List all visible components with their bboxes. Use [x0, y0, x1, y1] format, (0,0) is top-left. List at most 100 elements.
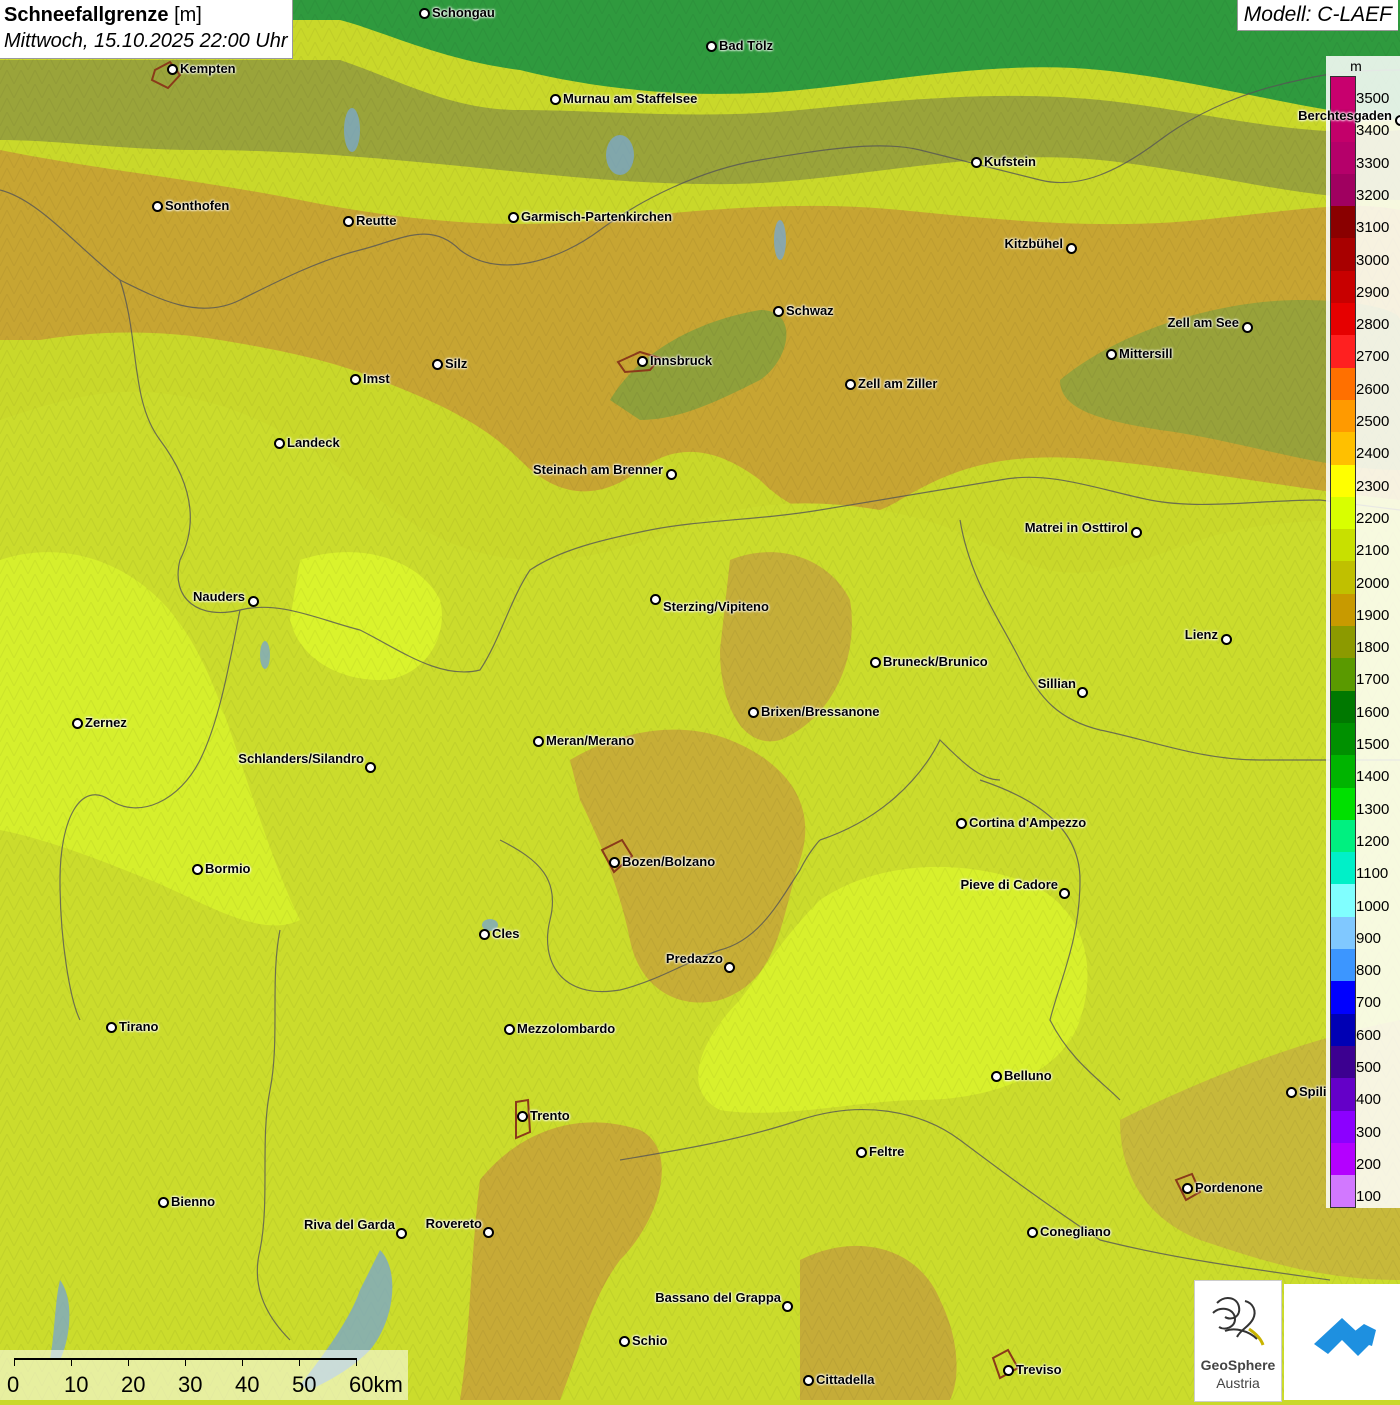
legend-swatch-900 [1331, 916, 1355, 950]
legend-swatch-3000 [1331, 238, 1355, 271]
city-marker-sillian[interactable] [1077, 687, 1088, 698]
scale-label-50: 50 [292, 1372, 317, 1397]
geosphere-logo[interactable]: GeoSphere Austria [1194, 1280, 1282, 1402]
city-marker-matrei-in-osttirol[interactable] [1131, 527, 1142, 538]
legend-label-2300: 2300 [1356, 477, 1390, 495]
city-marker-zernez[interactable] [72, 718, 83, 729]
legend-label-3300: 3300 [1356, 154, 1390, 172]
legend-label-1900: 1900 [1356, 606, 1390, 624]
city-marker-tirano[interactable] [106, 1022, 117, 1033]
legend-swatch-100 [1331, 1175, 1355, 1208]
city-marker-kitzb-hel[interactable] [1066, 243, 1077, 254]
city-marker-rovereto[interactable] [483, 1227, 494, 1238]
city-label-kitzb-hel: Kitzbühel [1004, 236, 1064, 251]
city-label-meran-merano: Meran/Merano [546, 733, 635, 748]
city-marker-mittersill[interactable] [1106, 349, 1117, 360]
city-marker-bienno[interactable] [158, 1197, 169, 1208]
city-label-bad-t-lz: Bad Tölz [719, 38, 774, 53]
city-marker-imst[interactable] [350, 374, 361, 385]
legend-unit: m [1350, 58, 1362, 74]
legend-label-3400: 3400 [1356, 122, 1390, 140]
city-marker-murnau-am-staffelsee[interactable] [550, 94, 561, 105]
legend-label-2600: 2600 [1356, 380, 1390, 398]
legend-swatch-2000 [1331, 561, 1355, 594]
legend-label-2900: 2900 [1356, 283, 1390, 301]
city-marker-feltre[interactable] [856, 1147, 867, 1158]
legend-swatch-1000 [1331, 884, 1355, 917]
city-marker-schongau[interactable] [419, 8, 430, 19]
city-marker-bruneck-brunico[interactable] [870, 657, 881, 668]
legend-swatch-500 [1331, 1045, 1355, 1079]
city-marker-sterzing-vipiteno[interactable] [650, 594, 661, 605]
legend-label-1100: 1100 [1356, 865, 1389, 883]
city-marker-bassano-del-grappa[interactable] [782, 1301, 793, 1312]
city-marker-kempten[interactable] [167, 64, 178, 75]
city-marker-schwaz[interactable] [773, 306, 784, 317]
legend-swatch-2900 [1331, 270, 1355, 304]
partner-logo-icon [1314, 1318, 1376, 1356]
city-marker-kufstein[interactable] [971, 157, 982, 168]
geosphere-text-1: GeoSphere [1200, 1357, 1276, 1373]
legend-label-200: 200 [1356, 1155, 1382, 1173]
legend-swatch-3500 [1331, 77, 1355, 110]
city-marker-meran-merano[interactable] [533, 736, 544, 747]
city-marker-lienz[interactable] [1221, 634, 1232, 645]
city-marker-schlanders-silandro[interactable] [365, 762, 376, 773]
city-marker-innsbruck[interactable] [637, 356, 648, 367]
city-label-silz: Silz [445, 356, 468, 371]
city-label-riva-del-garda: Riva del Garda [303, 1217, 395, 1232]
legend-swatch-400 [1331, 1078, 1355, 1111]
city-marker-mezzolombardo[interactable] [504, 1024, 515, 1035]
legend-swatch-2500 [1331, 399, 1355, 433]
city-label-reutte: Reutte [356, 213, 397, 228]
legend-swatch-1800 [1331, 626, 1355, 659]
city-marker-conegliano[interactable] [1027, 1227, 1038, 1238]
city-marker-schio[interactable] [619, 1336, 630, 1347]
city-marker-steinach-am-brenner[interactable] [666, 469, 677, 480]
city-marker-berchtesgaden[interactable] [1395, 115, 1400, 126]
city-label-mittersill: Mittersill [1119, 346, 1173, 361]
scale-tick [299, 1358, 300, 1366]
city-marker-brixen-bressanone[interactable] [748, 707, 759, 718]
city-marker-trento[interactable] [517, 1111, 528, 1122]
city-marker-pieve-di-cadore[interactable] [1059, 888, 1070, 899]
city-label-sterzing-vipiteno: Sterzing/Vipiteno [663, 599, 769, 614]
city-label-conegliano: Conegliano [1040, 1224, 1111, 1239]
city-marker-belluno[interactable] [991, 1071, 1002, 1082]
map-title: Schneefallgrenze [m] [4, 2, 288, 28]
city-label-nauders: Nauders [192, 589, 245, 604]
city-marker-garmisch-partenkirchen[interactable] [508, 212, 519, 223]
city-marker-bad-t-lz[interactable] [706, 41, 717, 52]
city-marker-riva-del-garda[interactable] [396, 1228, 407, 1239]
city-marker-pordenone[interactable] [1182, 1183, 1193, 1194]
legend-label-1800: 1800 [1356, 639, 1390, 657]
legend-swatch-1900 [1331, 593, 1355, 627]
legend-swatch-600 [1331, 1013, 1355, 1046]
city-marker-landeck[interactable] [274, 438, 285, 449]
legend-label-1200: 1200 [1356, 832, 1390, 850]
city-marker-cittadella[interactable] [803, 1375, 814, 1386]
city-marker-spili[interactable] [1286, 1087, 1297, 1098]
city-label-bormio: Bormio [205, 861, 251, 876]
city-marker-reutte[interactable] [343, 216, 354, 227]
city-marker-cortina-d-ampezzo[interactable] [956, 818, 967, 829]
partner-logo[interactable] [1284, 1284, 1400, 1400]
map-title-box: Schneefallgrenze [m] Mittwoch, 15.10.202… [0, 0, 293, 59]
city-marker-nauders[interactable] [248, 596, 259, 607]
city-label-treviso: Treviso [1016, 1362, 1062, 1377]
city-marker-sonthofen[interactable] [152, 201, 163, 212]
city-marker-bozen-bolzano[interactable] [609, 857, 620, 868]
city-label-bozen-bolzano: Bozen/Bolzano [622, 854, 716, 869]
city-marker-zell-am-ziller[interactable] [845, 379, 856, 390]
city-marker-cles[interactable] [479, 929, 490, 940]
city-label-spili: Spili [1299, 1084, 1327, 1099]
city-marker-treviso[interactable] [1003, 1365, 1014, 1376]
title-unit: [m] [168, 4, 202, 26]
city-marker-bormio[interactable] [192, 864, 203, 875]
legend-swatch-1300 [1331, 787, 1355, 820]
legend-label-3500: 3500 [1356, 90, 1390, 107]
city-marker-silz[interactable] [432, 359, 443, 370]
city-marker-predazzo[interactable] [724, 962, 735, 973]
city-marker-zell-am-see[interactable] [1242, 322, 1253, 333]
geosphere-text-2: Austria [1216, 1375, 1260, 1391]
